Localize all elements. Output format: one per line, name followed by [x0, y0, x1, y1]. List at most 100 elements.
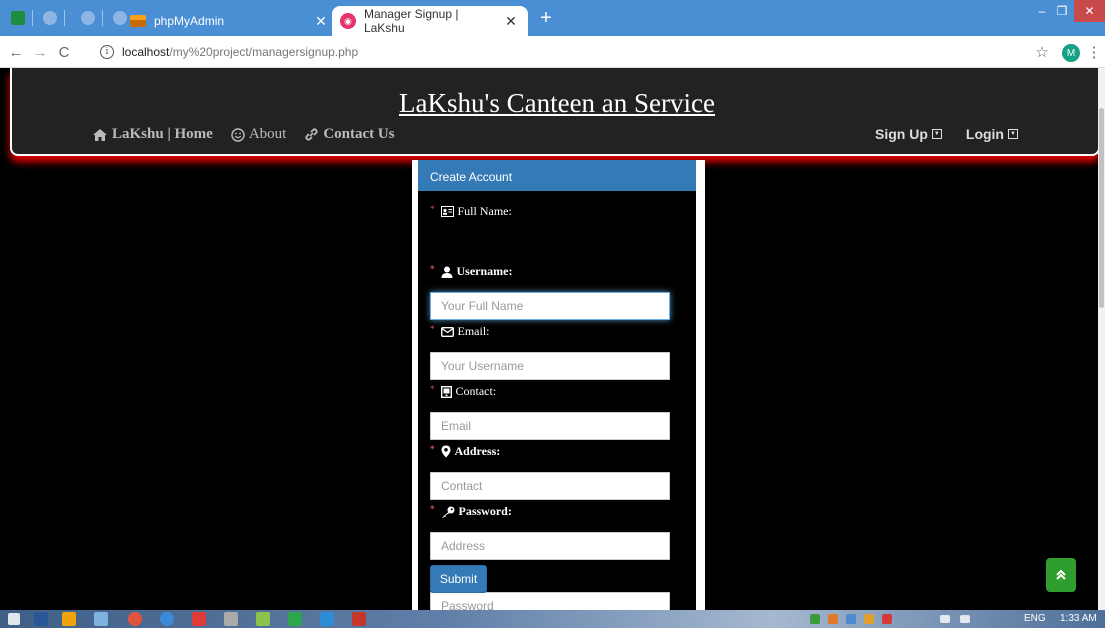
field-label-text: Username:: [456, 264, 513, 278]
globe-icon: [43, 11, 57, 25]
contact-input[interactable]: [430, 472, 670, 500]
back-icon[interactable]: ←: [6, 42, 26, 62]
start-icon[interactable]: [8, 613, 20, 625]
menu-dots-icon[interactable]: ⋮: [1084, 42, 1104, 62]
windows-taskbar: ENG 1:33 AM: [0, 610, 1105, 628]
chrome-icon[interactable]: [128, 612, 142, 626]
field-label-text: Contact:: [455, 384, 497, 398]
vlc-icon[interactable]: [62, 612, 76, 626]
url-host: localhost: [122, 45, 170, 59]
nav-home-label: LaKshu | Home: [112, 126, 213, 142]
telegram-icon[interactable]: [320, 612, 334, 626]
close-tab-icon[interactable]: ✕: [312, 13, 330, 30]
password-input[interactable]: [430, 592, 670, 610]
file-explorer-icon[interactable]: [94, 612, 108, 626]
url-field[interactable]: i localhost/my%20project/managersignup.p…: [100, 41, 1020, 63]
nav-about-link[interactable]: About: [231, 126, 287, 143]
pinned-tab-3[interactable]: [110, 8, 130, 28]
scrollbar-thumb[interactable]: [1099, 108, 1104, 308]
required-marker: *: [430, 203, 435, 214]
required-marker: *: [430, 443, 435, 454]
address-input[interactable]: [430, 532, 670, 560]
clock[interactable]: 1:33 AM: [1060, 613, 1097, 624]
tray-icon[interactable]: [864, 614, 874, 624]
envelope-icon: [440, 326, 454, 337]
sheets-icon: [11, 11, 25, 25]
pinned-tab-1[interactable]: [40, 8, 60, 28]
address-bar: ← → C i localhost/my%20project/managersi…: [0, 36, 1105, 68]
required-marker: *: [430, 263, 435, 274]
password-label: * Password:: [430, 504, 512, 519]
field-label-text: Full Name:: [457, 204, 512, 218]
nav-contact-label: Contact Us: [323, 126, 395, 142]
tray-icon[interactable]: [810, 614, 820, 624]
nav-login-label: Login: [965, 126, 1004, 142]
tab-manager-signup[interactable]: ◉ Manager Signup | LaKshu ✕: [332, 6, 528, 36]
field-label-text: Email:: [457, 324, 490, 338]
minimize-icon[interactable]: –: [1032, 0, 1052, 22]
username-label: * Username:: [430, 264, 512, 279]
address-label: * Address:: [430, 444, 500, 459]
required-marker: *: [430, 503, 435, 514]
phone-icon: [440, 385, 452, 398]
tab-title: Manager Signup | LaKshu: [363, 7, 459, 35]
edge-icon[interactable]: [160, 612, 174, 626]
phpmyadmin-icon: [130, 15, 146, 27]
nav-about-label: About: [248, 126, 287, 142]
tab-phpmyadmin[interactable]: phpMyAdmin ✕: [130, 6, 330, 36]
link-icon: [305, 128, 318, 141]
id-card-icon: [440, 206, 454, 217]
globe-icon: [81, 11, 95, 25]
pinned-tab-2[interactable]: [78, 8, 98, 28]
app-icon[interactable]: [288, 612, 302, 626]
site-favicon-icon: ◉: [340, 13, 356, 29]
tab-title: phpMyAdmin: [154, 14, 225, 28]
restore-icon[interactable]: ❐: [1052, 0, 1072, 22]
nav-contact-link[interactable]: Contact Us: [304, 126, 395, 143]
email-input[interactable]: [430, 412, 670, 440]
language-indicator[interactable]: ENG: [1024, 613, 1046, 624]
volume-icon[interactable]: [960, 615, 970, 623]
username-input[interactable]: [430, 352, 670, 380]
submit-button[interactable]: Submit: [430, 565, 487, 593]
info-icon[interactable]: i: [100, 45, 114, 59]
required-marker: *: [430, 383, 435, 394]
network-icon[interactable]: [940, 615, 950, 623]
powerpoint-icon[interactable]: [352, 612, 366, 626]
nav-home-link[interactable]: LaKshu | Home: [92, 126, 213, 143]
close-tab-icon[interactable]: ✕: [502, 13, 520, 30]
forward-icon[interactable]: →: [30, 42, 50, 62]
new-tab-icon[interactable]: +: [536, 8, 556, 28]
home-icon: [93, 128, 107, 141]
tray-icon[interactable]: [846, 614, 856, 624]
app-icon[interactable]: [192, 612, 206, 626]
close-window-icon[interactable]: ✕: [1074, 0, 1105, 22]
required-marker: *: [430, 323, 435, 334]
panel-heading: Create Account: [418, 160, 696, 191]
globe-icon: [113, 11, 127, 25]
app-icon[interactable]: [256, 612, 270, 626]
smile-icon: [231, 127, 245, 142]
tray-icon[interactable]: [828, 614, 838, 624]
back-to-top-button[interactable]: [1046, 558, 1076, 592]
site-title[interactable]: LaKshu's Canteen an Service: [12, 88, 1098, 119]
page-viewport: LaKshu's Canteen an Service LaKshu | Hom…: [0, 68, 1098, 610]
page-scrollbar[interactable]: [1098, 68, 1105, 610]
bookmark-star-icon[interactable]: ☆: [1032, 42, 1052, 62]
caret-square-down-icon: ▼: [1008, 129, 1018, 139]
field-label-text: Password:: [458, 504, 512, 518]
pinned-tab-sheets[interactable]: [8, 8, 28, 28]
key-icon: [441, 506, 454, 517]
reload-icon[interactable]: C: [54, 42, 74, 62]
field-label-text: Address:: [454, 444, 501, 458]
map-marker-icon: [441, 445, 450, 458]
profile-avatar[interactable]: M: [1062, 44, 1080, 62]
word-icon[interactable]: [34, 612, 48, 626]
caret-square-down-icon: ▼: [931, 129, 942, 139]
contact-label: * Contact:: [430, 384, 496, 399]
app-icon[interactable]: [224, 612, 238, 626]
nav-signup-dropdown[interactable]: Sign Up ▼: [875, 126, 942, 142]
full-name-input[interactable]: [430, 292, 670, 320]
tray-icon[interactable]: [882, 614, 892, 624]
nav-login-dropdown[interactable]: Login ▼: [966, 126, 1018, 142]
